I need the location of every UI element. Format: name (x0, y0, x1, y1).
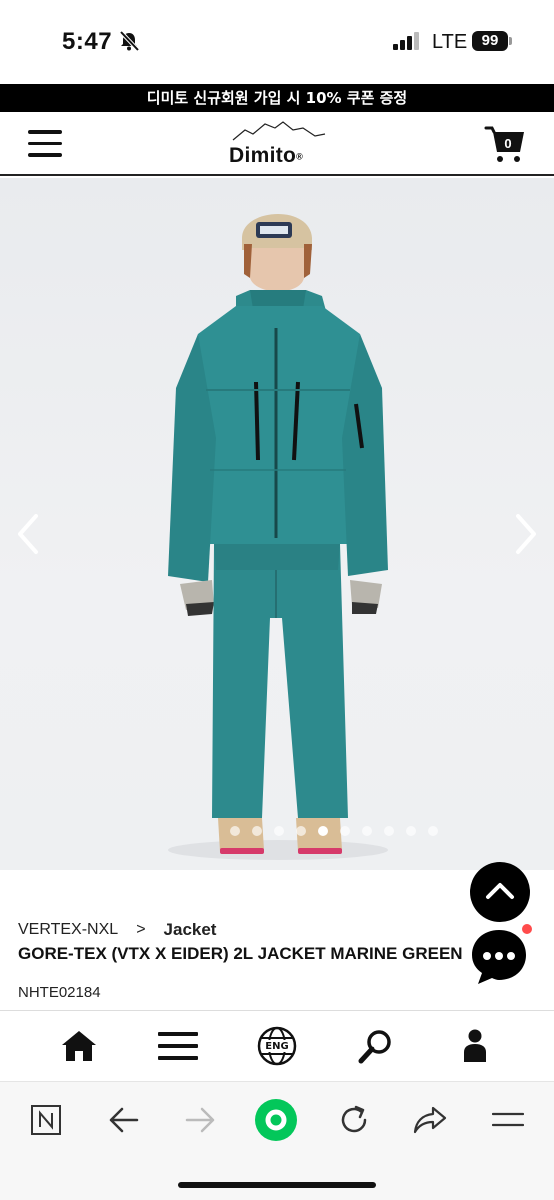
green-home-icon (255, 1099, 297, 1141)
menu-icon (492, 1112, 524, 1127)
carousel-dot[interactable] (252, 826, 262, 836)
naver-n-icon (31, 1105, 61, 1135)
logo-text: Dimito® (229, 144, 304, 167)
carousel-dot[interactable] (362, 826, 372, 836)
language-label: ENG (265, 1040, 289, 1052)
mountain-logo-icon (232, 121, 326, 141)
hamburger-menu-button[interactable] (28, 130, 64, 160)
promo-banner[interactable]: 디미토 신규회원 가입 시 10% 쿠폰 증정 (0, 84, 554, 112)
breadcrumb-category-link[interactable]: Jacket (164, 920, 217, 940)
carousel-dot[interactable] (428, 826, 438, 836)
chat-button[interactable] (470, 928, 528, 986)
account-icon (463, 1029, 486, 1062)
site-bottom-nav: ENG (0, 1010, 554, 1082)
nav-language-button[interactable]: ENG (255, 1024, 299, 1068)
scroll-to-top-button[interactable] (470, 862, 530, 922)
share-icon (413, 1106, 447, 1134)
browser-green-button[interactable] (254, 1098, 298, 1142)
carousel-next-button[interactable] (510, 512, 540, 556)
product-code: NHTE02184 (18, 984, 101, 1001)
back-arrow-icon (109, 1107, 139, 1133)
chat-notification-dot (520, 922, 534, 936)
forward-arrow-icon (185, 1107, 215, 1133)
chevron-left-icon (18, 514, 38, 554)
nav-search-button[interactable] (354, 1024, 398, 1068)
browser-reload-button[interactable] (332, 1098, 376, 1142)
carousel-dot[interactable] (274, 826, 284, 836)
dimito-logo[interactable]: Dimito® (225, 120, 335, 172)
battery-indicator: 99 (472, 31, 508, 51)
carousel-dot[interactable] (296, 826, 306, 836)
battery-tip (509, 37, 512, 45)
reload-icon (341, 1105, 367, 1133)
chevron-up-icon (486, 883, 514, 899)
search-icon (358, 1030, 391, 1064)
site-header: Dimito® 0 (0, 112, 554, 176)
status-bar: 5:47 LTE 99 (0, 0, 554, 84)
chevron-right-icon (516, 514, 536, 554)
naver-home-button[interactable] (24, 1098, 68, 1142)
carousel-dot[interactable] (340, 826, 350, 836)
nav-home-button[interactable] (57, 1024, 101, 1068)
carousel-dot[interactable] (384, 826, 394, 836)
cart-button[interactable]: 0 (484, 124, 528, 164)
carousel-dot[interactable] (406, 826, 416, 836)
carousel-dot[interactable] (230, 826, 240, 836)
nav-menu-button[interactable] (156, 1024, 200, 1068)
carousel-pagination (230, 826, 438, 838)
nav-account-button[interactable] (453, 1024, 497, 1068)
status-time: 5:47 (62, 28, 113, 55)
browser-back-button[interactable] (102, 1098, 146, 1142)
network-label: LTE (432, 31, 468, 53)
breadcrumb: VERTEX-NXL > Jacket (18, 920, 216, 940)
chat-bubble-icon (472, 930, 526, 984)
menu-icon (158, 1032, 199, 1060)
product-image-carousel[interactable] (0, 178, 554, 870)
cart-count-badge: 0 (504, 136, 512, 151)
browser-menu-button[interactable] (486, 1098, 530, 1142)
browser-forward-button[interactable] (178, 1098, 222, 1142)
home-indicator (178, 1182, 376, 1188)
product-photo-model-in-teal-jacket (168, 213, 388, 860)
silent-bell-icon (119, 30, 140, 52)
breadcrumb-brand-link[interactable]: VERTEX-NXL (18, 921, 118, 939)
home-icon (62, 1031, 97, 1061)
signal-icon (393, 32, 419, 50)
browser-share-button[interactable] (408, 1098, 452, 1142)
product-title: GORE-TEX (VTX X EIDER) 2L JACKET MARINE … (18, 944, 463, 963)
carousel-dot[interactable] (318, 826, 328, 836)
breadcrumb-separator: > (136, 921, 146, 938)
browser-toolbar (0, 1082, 554, 1200)
carousel-prev-button[interactable] (14, 512, 44, 556)
